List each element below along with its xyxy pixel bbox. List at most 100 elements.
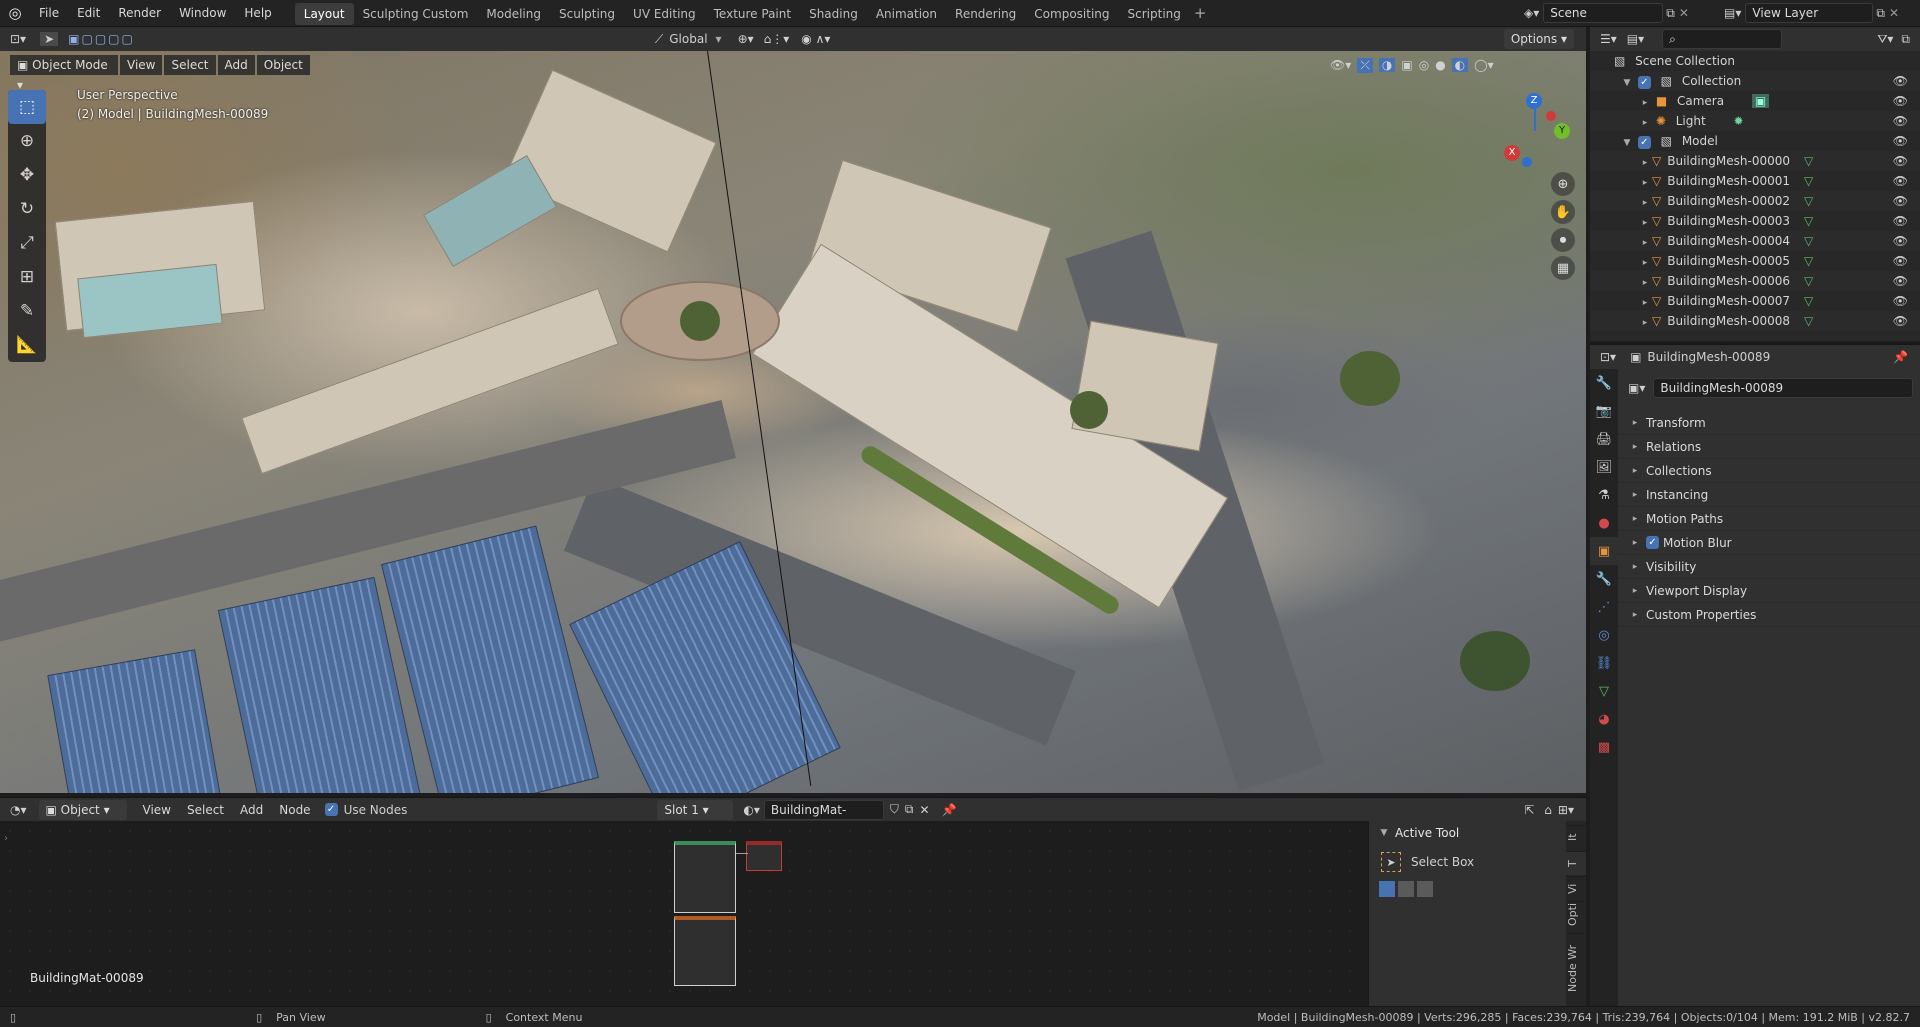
mesh-row[interactable]: ▸ ▽ BuildingMesh-00002 ▽ 👁 xyxy=(1590,191,1920,211)
view-layer-copy-icon[interactable]: ⧉ xyxy=(1876,6,1885,21)
collection-row[interactable]: ▼ ✓ ▧ Collection 👁 xyxy=(1590,71,1920,91)
expand-icon[interactable]: ▸ xyxy=(1638,293,1652,313)
mesh-row[interactable]: ▸ ▽ BuildingMesh-00008 ▽ 👁 xyxy=(1590,311,1920,331)
visibility-icon[interactable]: 👁▾ xyxy=(1330,58,1351,72)
eye-icon[interactable]: 👁 xyxy=(1893,311,1908,331)
view-layer-icon[interactable]: ▤▾ xyxy=(1724,6,1741,20)
select-subtract-icon[interactable] xyxy=(1417,881,1433,897)
viewport-menu-add[interactable]: Add xyxy=(217,55,255,75)
scene-tab-icon[interactable]: ⚗ xyxy=(1590,481,1618,509)
x-axis-icon[interactable]: X xyxy=(1504,145,1520,161)
new-collection-icon[interactable]: ⧉ xyxy=(1901,32,1910,47)
material-shading-icon[interactable]: ◐ xyxy=(1451,58,1469,72)
pivot-icon[interactable]: ⊕▾ xyxy=(738,32,754,46)
mesh-data-icon[interactable]: ▽ xyxy=(1804,191,1813,211)
camera-row[interactable]: ▸ ■ Camera ▣ 👁 xyxy=(1590,91,1920,111)
mesh-data-icon[interactable]: ▽ xyxy=(1804,171,1813,191)
active-tool-panel-header[interactable]: ▼ Active Tool xyxy=(1369,821,1566,845)
modifier-tab-icon[interactable]: 🔧 xyxy=(1590,565,1618,593)
rotate-icon[interactable]: ↻ xyxy=(8,192,46,226)
expand-icon[interactable]: ▸ xyxy=(1638,193,1652,213)
move-icon[interactable]: ✥ xyxy=(8,158,46,192)
mode-dropdown[interactable]: ▣ Object Mode ▾ xyxy=(10,55,118,92)
transform-orientation[interactable]: ⟋ Global ▾ xyxy=(655,32,722,47)
mesh-row[interactable]: ▸ ▽ BuildingMesh-00003 ▽ 👁 xyxy=(1590,211,1920,231)
solid-shading-icon[interactable]: ● xyxy=(1435,58,1445,72)
select-box-icon[interactable]: ⬚ xyxy=(8,90,46,124)
toolbar-expand-icon[interactable]: › xyxy=(4,833,8,844)
output-tab-icon[interactable]: 🖨 xyxy=(1590,425,1618,453)
outliner-search-input[interactable]: ⌕ xyxy=(1662,29,1783,49)
scene-remove-icon[interactable]: ✕ xyxy=(1679,6,1689,20)
overlay-toggle-icon[interactable]: ◑ xyxy=(1378,58,1396,72)
display-mode-icon[interactable]: ▤▾ xyxy=(1627,32,1644,46)
light-row[interactable]: ▸ ✺ Light ✹ 👁 xyxy=(1590,111,1920,131)
camera-data-icon[interactable]: ▣ xyxy=(1751,94,1770,108)
menu-file[interactable]: File xyxy=(30,0,68,27)
expand-icon[interactable]: ▸ xyxy=(1638,213,1652,233)
pin-icon[interactable]: 📌 xyxy=(942,803,957,817)
mesh-row[interactable]: ▸ ▽ BuildingMesh-00005 ▽ 👁 xyxy=(1590,251,1920,271)
zoom-icon[interactable]: ⊕ xyxy=(1551,172,1575,196)
slot-dropdown[interactable]: Slot 1 ▾ xyxy=(657,799,734,820)
select-tool-icon[interactable]: ➤ xyxy=(40,32,59,46)
panel-custom-properties[interactable]: ▸ Custom Properties xyxy=(1618,603,1920,627)
3d-viewport[interactable]: User Perspective (2) Model | BuildingMes… xyxy=(0,51,1586,793)
node-canvas[interactable]: › BuildingMat-00089 xyxy=(0,821,1368,1006)
tab-options[interactable]: Opti xyxy=(1566,901,1586,931)
tab-compositing[interactable]: Compositing xyxy=(1025,3,1118,25)
image-texture-node[interactable] xyxy=(674,916,736,986)
object-data-tab-icon[interactable]: ▽ xyxy=(1590,677,1618,705)
material-tab-icon[interactable]: ◕ xyxy=(1590,705,1618,733)
transform-icon[interactable]: ⊞ xyxy=(8,260,46,294)
menu-window[interactable]: Window xyxy=(170,0,235,27)
mesh-row[interactable]: ▸ ▽ BuildingMesh-00000 ▽ 👁 xyxy=(1590,151,1920,171)
mesh-row[interactable]: ▸ ▽ BuildingMesh-00001 ▽ 👁 xyxy=(1590,171,1920,191)
scene-copy-icon[interactable]: ⧉ xyxy=(1666,6,1675,21)
eye-icon[interactable]: 👁 xyxy=(1893,231,1908,251)
principled-bsdf-node[interactable] xyxy=(674,841,736,913)
camera-view-icon[interactable]: ⏺ xyxy=(1551,228,1575,252)
expand-icon[interactable]: ▸ xyxy=(1638,173,1652,193)
node-snap-mode-icon[interactable]: ⊞▾ xyxy=(1558,803,1574,817)
active-tool-row[interactable]: ➤ Select Box xyxy=(1369,851,1566,873)
model-collection-row[interactable]: ▼ ✓ ▧ Model 👁 xyxy=(1590,131,1920,151)
expand-icon[interactable]: ▸ xyxy=(1638,93,1652,113)
tab-animation[interactable]: Animation xyxy=(867,3,946,25)
rendered-shading-icon[interactable]: ◯▾ xyxy=(1474,58,1493,72)
properties-type-icon[interactable]: ⊡▾ xyxy=(1600,350,1616,364)
menu-render[interactable]: Render xyxy=(109,0,170,27)
select-mode-icons[interactable]: ▣▢▢▢▢ xyxy=(68,32,135,46)
expand-icon[interactable]: ▸ xyxy=(1638,113,1652,133)
tab-item[interactable]: It xyxy=(1566,825,1586,849)
mesh-data-icon[interactable]: ▽ xyxy=(1804,251,1813,271)
neg-x-icon[interactable] xyxy=(1546,111,1556,121)
filter-icon[interactable]: ⛛▾ xyxy=(1877,32,1893,47)
measure-icon[interactable]: 📐 xyxy=(8,328,46,362)
view-layer-field[interactable]: View Layer xyxy=(1745,3,1874,23)
add-workspace-button[interactable]: + xyxy=(1194,4,1207,22)
node-menu-view[interactable]: View xyxy=(135,798,179,822)
snap-node-icon[interactable]: ⌂ xyxy=(1544,803,1552,817)
panel-visibility[interactable]: ▸ Visibility xyxy=(1618,555,1920,579)
neg-z-icon[interactable] xyxy=(1522,157,1532,167)
panel-collections[interactable]: ▸ Collections xyxy=(1618,459,1920,483)
gizmo-toggle-icon[interactable]: ⤫ xyxy=(1357,57,1373,73)
tab-shading[interactable]: Shading xyxy=(800,3,867,25)
scene-name-field[interactable]: Scene xyxy=(1543,3,1664,23)
expand-icon[interactable]: ▸ xyxy=(1638,313,1652,333)
wireframe-shading-icon[interactable]: ◎ xyxy=(1419,58,1429,72)
expand-icon[interactable]: ▸ xyxy=(1638,253,1652,273)
light-data-icon[interactable]: ✹ xyxy=(1734,114,1744,128)
menu-edit[interactable]: Edit xyxy=(68,0,109,27)
panel-instancing[interactable]: ▸ Instancing xyxy=(1618,483,1920,507)
view-layer-tab-icon[interactable]: 🖼 xyxy=(1590,453,1618,481)
eye-icon[interactable]: 👁 xyxy=(1893,151,1908,171)
y-axis-icon[interactable]: Y xyxy=(1554,123,1570,139)
z-axis-icon[interactable]: Z xyxy=(1526,93,1542,109)
viewport-menu-view[interactable]: View xyxy=(120,55,163,75)
parent-node-icon[interactable]: ⇱ xyxy=(1524,803,1534,817)
panel-relations[interactable]: ▸ Relations xyxy=(1618,435,1920,459)
tab-uv-editing[interactable]: UV Editing xyxy=(624,3,705,25)
material-unlink-icon[interactable]: ✕ xyxy=(919,803,929,817)
